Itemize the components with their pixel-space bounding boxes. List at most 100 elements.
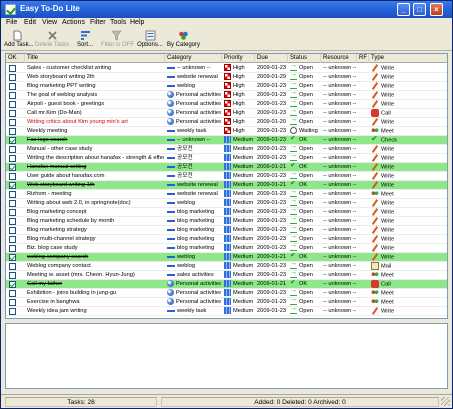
task-row[interactable]: Web storyboard writing 2th website renewa… xyxy=(6,73,447,82)
task-row[interactable]: Exercise in banghwa Personal activities Me… xyxy=(6,298,447,307)
task-ok-checkbox[interactable] xyxy=(9,128,16,135)
task-ok-checkbox[interactable] xyxy=(9,146,16,153)
task-ok-checkbox[interactable] xyxy=(9,299,16,306)
task-row[interactable]: Manual - other case study 공모전 Medium 2009-0… xyxy=(6,145,447,154)
col-priority[interactable]: Priority xyxy=(222,54,255,63)
col-due[interactable]: Due xyxy=(255,54,288,63)
task-ok-checkbox[interactable] xyxy=(9,173,16,180)
task-row[interactable]: Writing critics about Kim young min's ar… xyxy=(6,118,447,127)
task-ok-checkbox[interactable] xyxy=(9,74,16,81)
task-ok-checkbox[interactable] xyxy=(9,137,16,144)
task-ok-checkbox[interactable] xyxy=(9,155,16,162)
task-type-label: Write xyxy=(381,65,395,72)
menu-file[interactable]: File xyxy=(6,19,17,26)
task-ok-checkbox[interactable] xyxy=(9,182,16,189)
task-row[interactable]: Weekly meeting weekly task High 2009-01-23 W… xyxy=(6,127,447,136)
menu-help[interactable]: Help xyxy=(130,19,144,26)
by-category-button[interactable]: By Category xyxy=(167,30,200,50)
task-category: Personal activities xyxy=(167,289,221,298)
task-ok-checkbox[interactable] xyxy=(9,272,16,279)
menu-actions[interactable]: Actions xyxy=(62,19,85,26)
task-ok-checkbox[interactable] xyxy=(9,164,16,171)
task-row[interactable]: Writing about web 2.0, in springnote(doc… xyxy=(6,199,447,208)
task-ok-checkbox[interactable] xyxy=(9,65,16,72)
col-ok[interactable]: OK xyxy=(6,54,25,63)
maximize-button[interactable]: □ xyxy=(413,3,426,16)
task-ok-checkbox[interactable] xyxy=(9,209,16,216)
category-bar-icon xyxy=(167,183,175,186)
task-row[interactable]: Blog marketing PPT writing weblog High 2009… xyxy=(6,82,447,91)
task-ok-checkbox[interactable] xyxy=(9,83,16,90)
task-row[interactable]: Rizhom - meeting website renewal Medium 200… xyxy=(6,190,447,199)
menu-edit[interactable]: Edit xyxy=(24,19,36,26)
col-category[interactable]: Category xyxy=(165,54,222,63)
task-status: Open xyxy=(290,118,320,127)
task-row[interactable]: Hanafax manual writing 공모전 Medium 2009-01-2… xyxy=(6,163,447,172)
task-title: weblog company search xyxy=(27,254,89,260)
task-ok-checkbox[interactable] xyxy=(9,110,16,117)
task-ok-checkbox[interactable] xyxy=(9,227,16,234)
task-row[interactable]: Call my father Personal activities Medium 2… xyxy=(6,280,447,289)
resize-grip[interactable] xyxy=(441,397,450,406)
task-row[interactable]: Sales - customer checklist writing -- unk… xyxy=(6,64,447,73)
task-row[interactable]: The goal of weblog analysis Personal acti… xyxy=(6,91,447,100)
sort-button[interactable]: Sort... xyxy=(73,30,97,50)
close-button[interactable]: × xyxy=(430,3,443,16)
task-ok-checkbox[interactable] xyxy=(9,290,16,297)
personal-globe-icon xyxy=(167,100,174,107)
title-bar[interactable]: Easy To-Do Lite _ □ × xyxy=(1,1,452,18)
task-resource: -- unknown -- xyxy=(323,164,356,170)
task-row[interactable]: Weblog company contact weblog Medium 2009-0… xyxy=(6,262,447,271)
personal-globe-icon xyxy=(167,109,174,116)
col-type[interactable]: Type xyxy=(369,54,447,63)
task-ok-checkbox[interactable] xyxy=(9,308,16,315)
task-category: Personal activities xyxy=(167,298,221,307)
task-ok-checkbox[interactable] xyxy=(9,236,16,243)
filter-button[interactable]: Filter is OFF xyxy=(101,30,134,50)
task-ok-checkbox[interactable] xyxy=(9,218,16,225)
task-row[interactable]: Blog multi-channel strategy blog marketin… xyxy=(6,235,447,244)
task-ok-checkbox[interactable] xyxy=(9,191,16,198)
task-ok-checkbox[interactable] xyxy=(9,101,16,108)
task-row[interactable]: Exhibition - joins building in jung-gu Pe… xyxy=(6,289,447,298)
task-ok-checkbox[interactable] xyxy=(9,119,16,126)
options-button[interactable]: Options... xyxy=(136,30,164,50)
col-rf[interactable]: RF xyxy=(357,54,369,63)
type-write-icon xyxy=(371,118,379,126)
delete-tasks-button[interactable]: Delete Tasks xyxy=(35,30,69,50)
task-row[interactable]: weblog company search weblog Medium 2009-01… xyxy=(6,253,447,262)
task-row[interactable]: Biz. blog case study blog marketing Medium… xyxy=(6,244,447,253)
task-ok-checkbox[interactable] xyxy=(9,200,16,207)
menu-filter[interactable]: Filter xyxy=(90,19,106,26)
task-row[interactable]: Meeting w. asset (mrs. Cheon. Hyun-Jung)… xyxy=(6,271,447,280)
type-meet-icon xyxy=(371,298,379,306)
menu-view[interactable]: View xyxy=(42,19,57,26)
task-row[interactable]: Call mr.Kim (Do-Man) Personal activities H… xyxy=(6,109,447,118)
task-row[interactable]: Fax logo search -- unknown -- Medium 2009-0… xyxy=(6,136,447,145)
add-task-button[interactable]: Add Task... xyxy=(4,30,34,50)
task-ok-checkbox[interactable] xyxy=(9,92,16,99)
task-row[interactable]: Writing the description about hanafax - … xyxy=(6,154,447,163)
task-ok-checkbox[interactable] xyxy=(9,254,16,261)
col-resource[interactable]: Resource xyxy=(321,54,357,63)
minimize-button[interactable]: _ xyxy=(397,3,410,16)
task-row[interactable]: Airpoli - guest book - greetings Personal… xyxy=(6,100,447,109)
task-row[interactable]: Weekly idea jam writing weekly task Medium… xyxy=(6,307,447,316)
task-ok-checkbox[interactable] xyxy=(9,245,16,252)
task-grid[interactable]: OK Title Category Priority Due Status Re… xyxy=(5,53,448,319)
task-detail-pane[interactable] xyxy=(5,323,448,389)
task-row[interactable]: Blog marketing concept blog marketing Medi… xyxy=(6,208,447,217)
task-row[interactable]: Blog marketing schedule by month blog mar… xyxy=(6,217,447,226)
task-status-label: OK xyxy=(299,164,308,170)
task-row[interactable]: Blog marketing strategy blog marketing Med… xyxy=(6,226,447,235)
task-ok-checkbox[interactable] xyxy=(9,281,16,288)
col-status[interactable]: Status xyxy=(288,54,321,63)
task-category: -- unknown -- xyxy=(167,136,221,145)
task-row[interactable]: User guide about hanafax.com 공모전 Medium 200… xyxy=(6,172,447,181)
menu-tools[interactable]: Tools xyxy=(110,19,126,26)
col-title[interactable]: Title xyxy=(25,54,165,63)
task-row[interactable]: Web storyboard writing 1th website renewa… xyxy=(6,181,447,190)
task-ok-checkbox[interactable] xyxy=(9,263,16,270)
task-resource: -- unknown -- xyxy=(323,281,356,287)
task-type: Meet xyxy=(371,289,447,298)
